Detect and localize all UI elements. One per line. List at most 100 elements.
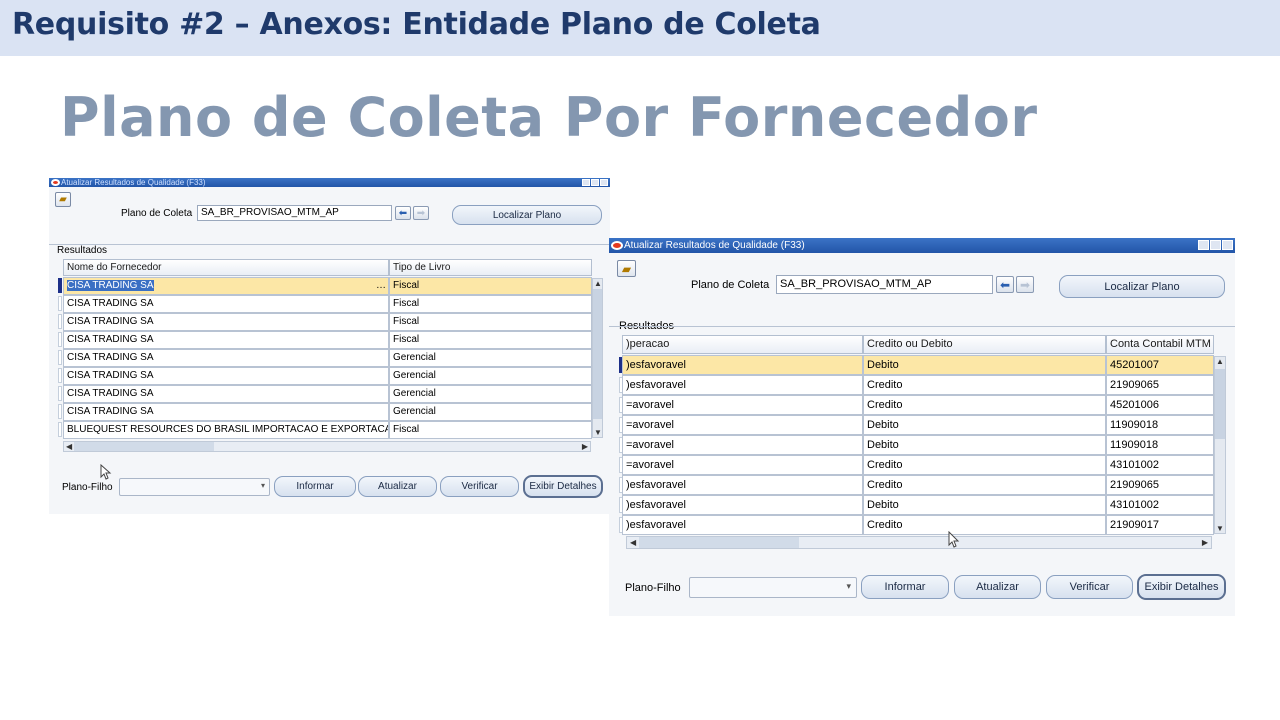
row-selector[interactable] [58,422,62,437]
horizontal-scrollbar[interactable]: ◀ ▶ [626,536,1212,549]
horizontal-scrollbar[interactable]: ◀ ▶ [63,441,591,452]
col-header-fornecedor[interactable]: Nome do Fornecedor [63,259,389,276]
localizar-plano-button[interactable]: Localizar Plano [452,205,602,225]
window-1: Atualizar Resultados de Qualidade (F33) … [49,178,610,514]
cell-conta-contabil[interactable]: 43101002 [1106,495,1214,515]
atualizar-button[interactable]: Atualizar [954,575,1041,599]
cell-tipo-livro[interactable]: Gerencial [389,349,592,367]
col-header-tipo-livro[interactable]: Tipo de Livro [389,259,592,276]
cell-conta-contabil[interactable]: 45201006 [1106,395,1214,415]
cell-operacao[interactable]: =avoravel [622,415,863,435]
plano-input[interactable]: SA_BR_PROVISAO_MTM_AP [197,205,392,221]
cell-fornecedor[interactable]: CISA TRADING SA [63,367,389,385]
cell-conta-contabil[interactable]: 11909018 [1106,435,1214,455]
exibir-detalhes-button[interactable]: Exibir Detalhes [523,475,603,498]
row-selector[interactable] [58,386,62,401]
row-selector[interactable] [58,296,62,311]
cell-tipo-livro[interactable]: Gerencial [389,367,592,385]
next-arrow-icon[interactable]: ➡ [413,206,429,220]
cell-conta-contabil[interactable]: 11909018 [1106,415,1214,435]
cell-fornecedor[interactable]: CISA TRADING SA [63,349,389,367]
col-header-conta-contabil[interactable]: Conta Contabil MTM [1106,335,1214,354]
atualizar-button[interactable]: Atualizar [358,476,437,497]
maximize-icon[interactable] [591,179,599,186]
verificar-button[interactable]: Verificar [1046,575,1133,599]
cell-operacao[interactable]: )esfavoravel [622,475,863,495]
folder-icon[interactable]: ▰ [55,192,71,207]
cell-tipo-livro[interactable]: Fiscal [389,313,592,331]
plano-input[interactable]: SA_BR_PROVISAO_MTM_AP [776,275,993,294]
cell-conta-contabil[interactable]: 45201007 [1106,355,1214,375]
cell-fornecedor[interactable]: CISA TRADING SA [63,331,389,349]
cell-fornecedor[interactable]: CISA TRADING SA [63,313,389,331]
next-arrow-icon[interactable]: ➡ [1016,276,1034,293]
row-selector[interactable] [58,314,62,329]
cell-conta-contabil[interactable]: 21909065 [1106,475,1214,495]
cell-credito-debito[interactable]: Debito [863,415,1106,435]
informar-button[interactable]: Informar [274,476,356,497]
informar-button[interactable]: Informar [861,575,949,599]
close-icon[interactable] [1222,240,1233,250]
vertical-scrollbar[interactable]: ▲ ▼ [1214,356,1226,534]
chevron-down-icon: ▾ [846,581,851,591]
cell-tipo-livro[interactable]: Gerencial [389,385,592,403]
maximize-icon[interactable] [1210,240,1221,250]
cell-credito-debito[interactable]: Credito [863,515,1106,535]
mouse-cursor-icon [100,464,112,480]
cell-fornecedor[interactable]: CISA TRADING SA… [63,277,389,295]
cell-tipo-livro[interactable]: Fiscal [389,421,592,439]
cell-conta-contabil[interactable]: 21909017 [1106,515,1214,535]
cell-operacao[interactable]: )esfavoravel [622,375,863,395]
cell-conta-contabil[interactable]: 21909065 [1106,375,1214,395]
cell-fornecedor[interactable]: CISA TRADING SA [63,385,389,403]
cell-tipo-livro[interactable]: Fiscal [389,295,592,313]
plano-label: Plano de Coleta [121,208,193,219]
cell-conta-contabil[interactable]: 43101002 [1106,455,1214,475]
cell-credito-debito[interactable]: Credito [863,375,1106,395]
folder-icon[interactable]: ▰ [617,260,636,277]
cell-tipo-livro[interactable]: Fiscal [389,331,592,349]
localizar-plano-button[interactable]: Localizar Plano [1059,275,1225,298]
cell-credito-debito[interactable]: Debito [863,495,1106,515]
plano-filho-label: Plano-Filho [62,482,113,493]
prev-arrow-icon[interactable]: ⬅ [395,206,411,220]
verificar-button[interactable]: Verificar [440,476,519,497]
row-selector[interactable] [58,368,62,383]
cell-credito-debito[interactable]: Credito [863,395,1106,415]
plano-filho-select[interactable]: ▾ [689,577,857,598]
row-selector[interactable] [58,404,62,419]
cell-credito-debito[interactable]: Credito [863,475,1106,495]
slide-title: Plano de Coleta Por Fornecedor [60,86,1038,149]
prev-arrow-icon[interactable]: ⬅ [996,276,1014,293]
window-2: Atualizar Resultados de Qualidade (F33) … [609,238,1235,616]
cell-credito-debito[interactable]: Credito [863,455,1106,475]
close-icon[interactable] [600,179,608,186]
col-header-credito-debito[interactable]: Credito ou Debito [863,335,1106,354]
mouse-cursor-icon [948,531,960,548]
minimize-icon[interactable] [582,179,590,186]
col-header-operacao[interactable]: )peracao [622,335,863,354]
cell-operacao[interactable]: )esfavoravel [622,495,863,515]
cell-operacao[interactable]: )esfavoravel [622,355,863,375]
cell-tipo-livro[interactable]: Fiscal [389,277,592,295]
resultados-label: Resultados [57,245,108,256]
cell-fornecedor[interactable]: BLUEQUEST RESOURCES DO BRASIL IMPORTACAO… [63,421,389,439]
cell-fornecedor[interactable]: CISA TRADING SA [63,295,389,313]
cell-tipo-livro[interactable]: Gerencial [389,403,592,421]
cell-fornecedor[interactable]: CISA TRADING SA [63,403,389,421]
minimize-icon[interactable] [1198,240,1209,250]
lov-ellipsis-icon[interactable]: … [376,278,386,294]
row-selector[interactable] [58,350,62,365]
cell-operacao[interactable]: =avoravel [622,435,863,455]
cell-credito-debito[interactable]: Debito [863,435,1106,455]
row-selector[interactable] [58,332,62,347]
cell-operacao[interactable]: =avoravel [622,455,863,475]
vertical-scrollbar[interactable]: ▲ ▼ [592,278,603,438]
cell-operacao[interactable]: )esfavoravel [622,515,863,535]
exibir-detalhes-button[interactable]: Exibir Detalhes [1137,574,1226,600]
cell-operacao[interactable]: =avoravel [622,395,863,415]
row-selector[interactable] [58,278,62,293]
cell-credito-debito[interactable]: Debito [863,355,1106,375]
window-1-title: Atualizar Resultados de Qualidade (F33) [61,178,206,187]
plano-filho-select[interactable]: ▾ [119,478,270,496]
